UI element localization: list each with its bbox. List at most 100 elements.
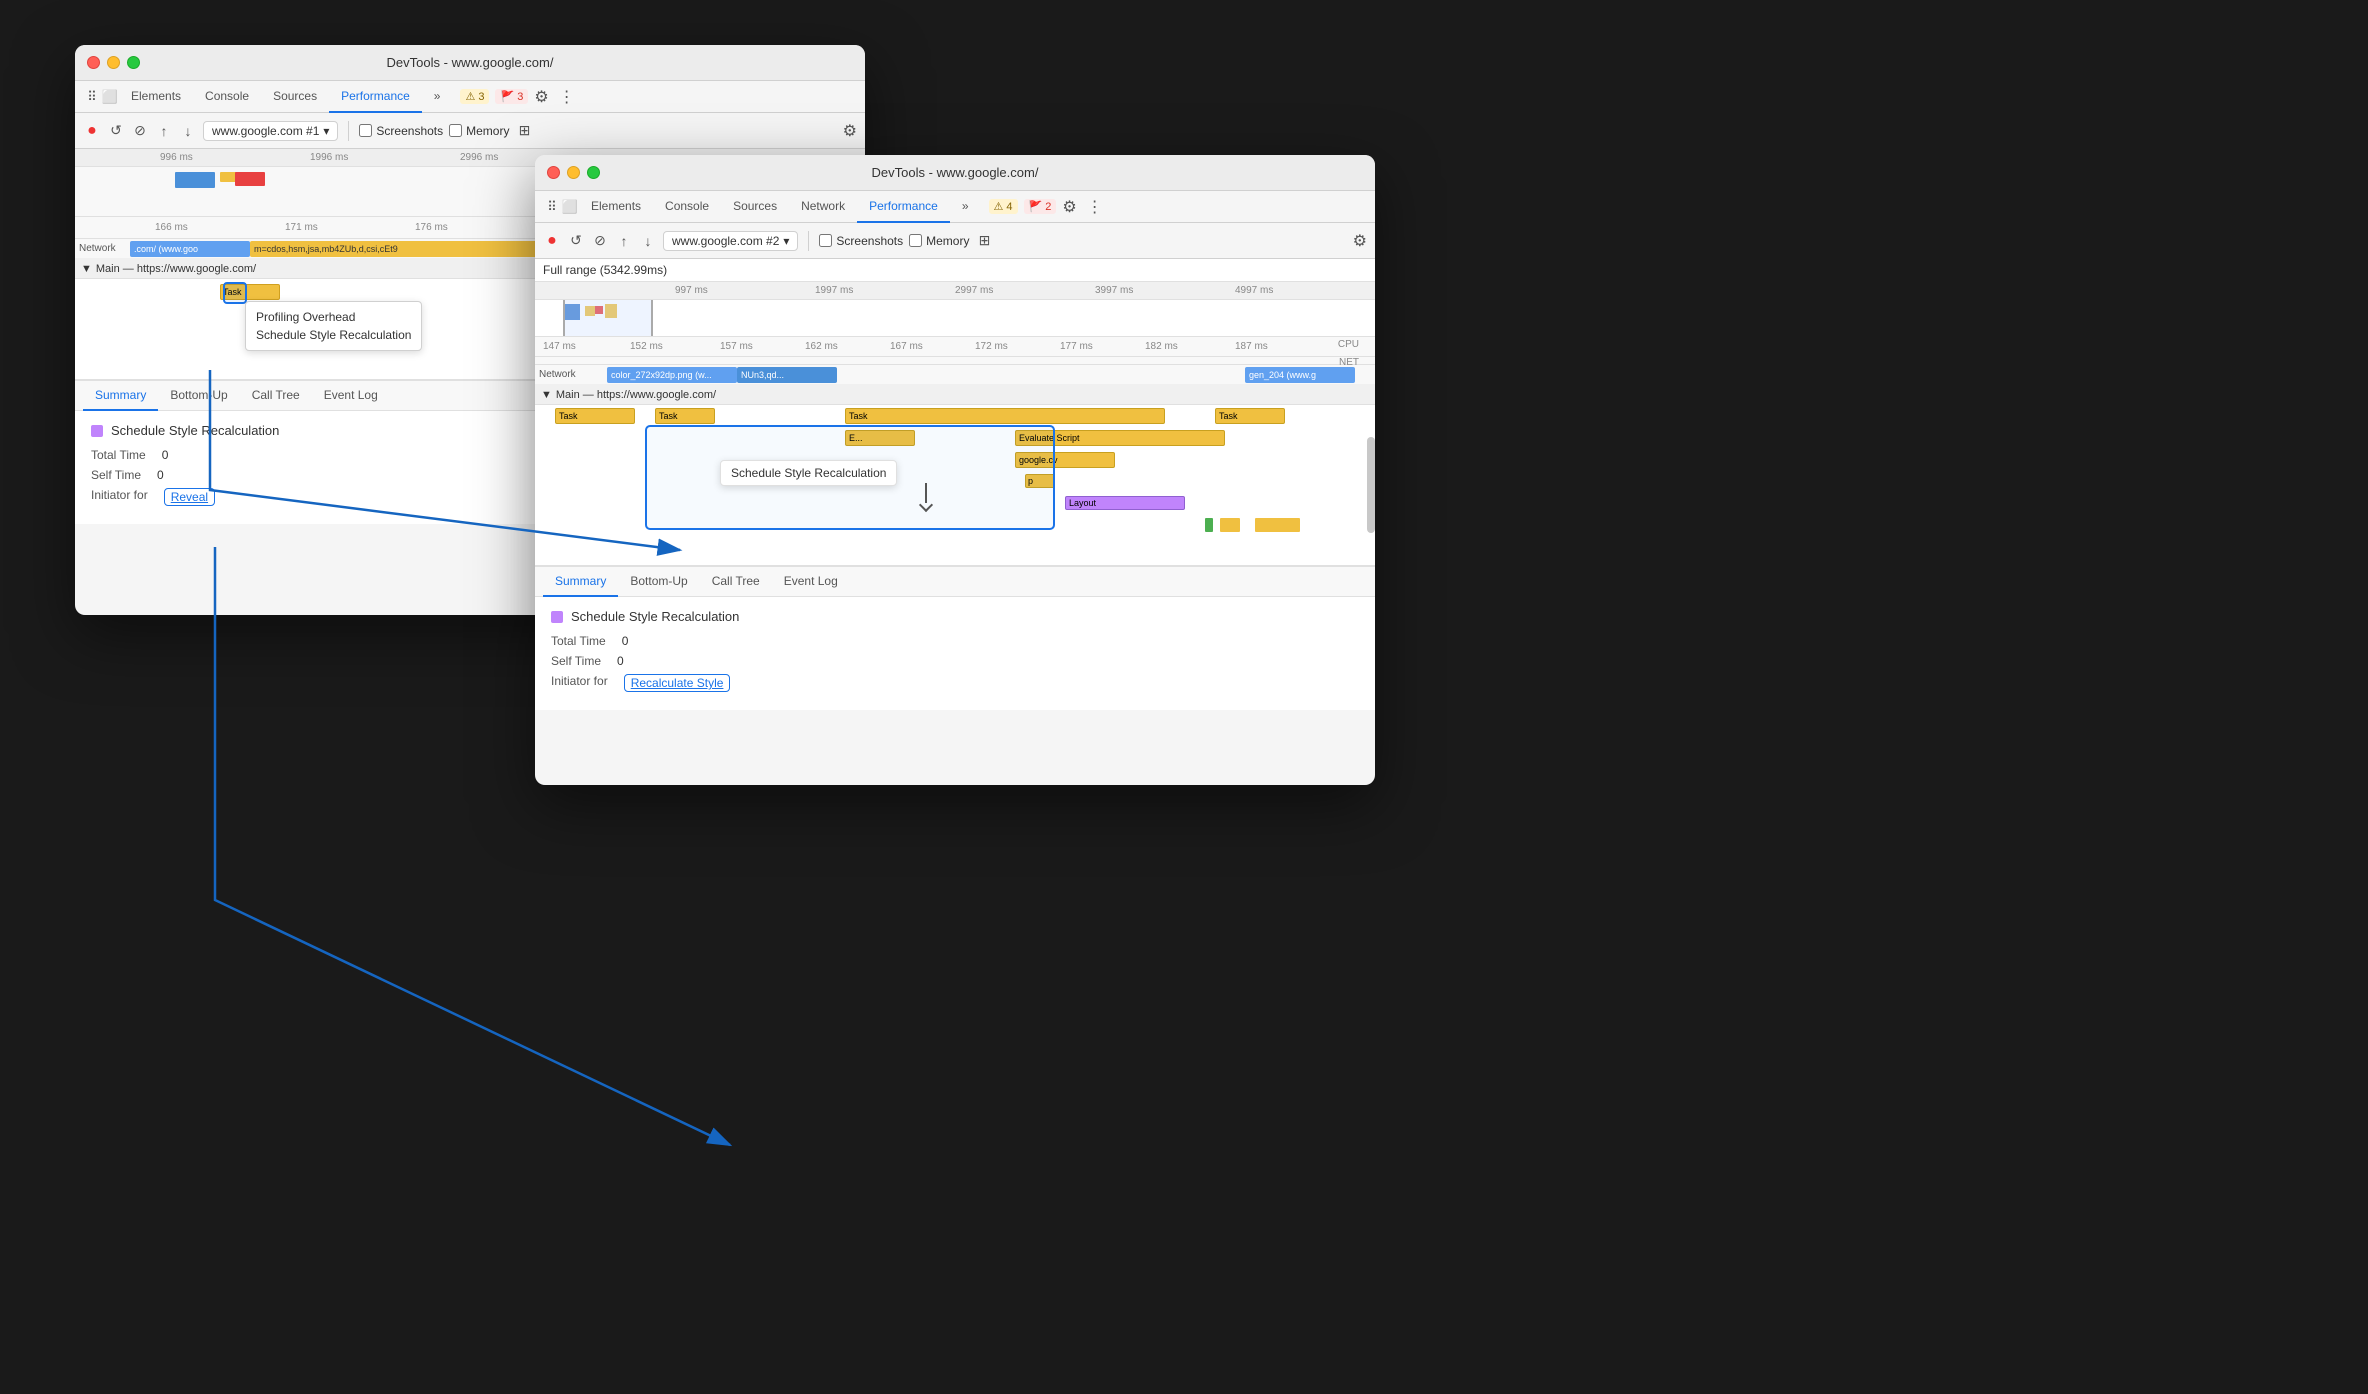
- minimap-ruler-fg: 997 ms 1997 ms 2997 ms 3997 ms 4997 ms: [535, 282, 1375, 300]
- more-button-fg[interactable]: ⋮: [1083, 197, 1107, 217]
- recalculate-style-link-fg[interactable]: Recalculate Style: [624, 674, 731, 692]
- task-area-fg: Task Task Task Task E... Evaluate Script: [535, 405, 1375, 565]
- panel-tab-call-tree-fg[interactable]: Call Tree: [700, 567, 772, 597]
- panel-tab-event-log-bg[interactable]: Event Log: [312, 381, 390, 411]
- perf-toolbar-fg: ● ↺ ⊘ ↑ ↓ www.google.com #2 ▾ Screenshot…: [535, 223, 1375, 259]
- screenshots-checkbox-fg[interactable]: Screenshots: [819, 234, 903, 248]
- minimize-button-bg[interactable]: [107, 56, 120, 69]
- memory-checkbox-fg[interactable]: Memory: [909, 234, 969, 248]
- inspect-icon-bg[interactable]: ⠿: [83, 88, 101, 106]
- panel-tab-summary-fg[interactable]: Summary: [543, 567, 618, 597]
- tab-performance-bg[interactable]: Performance: [329, 81, 422, 113]
- refresh-icon-bg[interactable]: ↺: [107, 122, 125, 140]
- traffic-lights-fg: [547, 166, 600, 179]
- event-color-dot-fg: [551, 611, 563, 623]
- tab-sources-fg[interactable]: Sources: [721, 191, 789, 223]
- ruler-mark-1996: 1996 ms: [310, 152, 348, 163]
- layout-fg[interactable]: Layout: [1065, 496, 1185, 510]
- upload-icon-fg[interactable]: ↑: [615, 232, 633, 250]
- clear-icon-fg[interactable]: ⊘: [591, 232, 609, 250]
- error-badge-bg: 🚩 3: [495, 89, 528, 104]
- minimap-bar-red-bg: [235, 172, 265, 186]
- record-icon-fg[interactable]: ●: [543, 232, 561, 250]
- collapse-icon-fg[interactable]: ▼: [541, 389, 552, 401]
- dr-172: 172 ms: [975, 341, 1008, 352]
- network-row-fg: Network color_272x92dp.png (w... NUn3,qd…: [535, 365, 1375, 385]
- network-label-bg: Network: [75, 243, 130, 254]
- tab-more-bg[interactable]: »: [422, 81, 453, 113]
- download-icon-fg[interactable]: ↓: [639, 232, 657, 250]
- capture-icon-bg[interactable]: ⊞: [515, 122, 533, 140]
- tab-elements-bg[interactable]: Elements: [119, 81, 193, 113]
- url-selector-bg[interactable]: www.google.com #1 ▾: [203, 121, 338, 141]
- separator-bg: [348, 121, 349, 141]
- scroll-thumb-fg[interactable]: [1367, 437, 1375, 533]
- panel-tab-event-log-fg[interactable]: Event Log: [772, 567, 850, 597]
- inspect-icon-fg[interactable]: ⠿: [543, 198, 561, 216]
- settings-icon-bg[interactable]: ⚙: [534, 87, 548, 107]
- yellow-block-fg: [1220, 518, 1240, 532]
- download-icon-bg[interactable]: ↓: [179, 122, 197, 140]
- tab-network-fg[interactable]: Network: [789, 191, 857, 223]
- devtools-tabs-bg: ⠿ ⬜ Elements Console Sources Performance…: [75, 81, 865, 113]
- screenshots-checkbox-bg[interactable]: Screenshots: [359, 124, 443, 138]
- perf-settings-bg[interactable]: ⚙: [843, 123, 857, 140]
- url-selector-fg[interactable]: www.google.com #2 ▾: [663, 231, 798, 251]
- net-bar-file2-fg: NUn3,qd...: [737, 367, 837, 383]
- tab-elements-fg[interactable]: Elements: [579, 191, 653, 223]
- task-4-fg[interactable]: Task: [1215, 408, 1285, 424]
- capture-icon-fg[interactable]: ⊞: [975, 232, 993, 250]
- panel-tab-call-tree-bg[interactable]: Call Tree: [240, 381, 312, 411]
- tab-console-fg[interactable]: Console: [653, 191, 721, 223]
- perf-toolbar-bg: ● ↺ ⊘ ↑ ↓ www.google.com #1 ▾ Screenshot…: [75, 113, 865, 149]
- maximize-button-bg[interactable]: [127, 56, 140, 69]
- perf-settings-fg[interactable]: ⚙: [1353, 233, 1367, 250]
- task-3-fg[interactable]: Task: [845, 408, 1165, 424]
- dr-147: 147 ms: [543, 341, 576, 352]
- panel-tab-summary-bg[interactable]: Summary: [83, 381, 158, 411]
- panel-tab-bottom-up-fg[interactable]: Bottom-Up: [618, 567, 699, 597]
- tab-sources-bg[interactable]: Sources: [261, 81, 329, 113]
- upload-icon-bg[interactable]: ↑: [155, 122, 173, 140]
- minimize-button-fg[interactable]: [567, 166, 580, 179]
- more-button-bg[interactable]: ⋮: [555, 87, 579, 107]
- refresh-icon-fg[interactable]: ↺: [567, 232, 585, 250]
- mm-997: 997 ms: [675, 285, 708, 296]
- error-badge-fg: 🚩 2: [1024, 199, 1057, 214]
- collapse-icon-bg[interactable]: ▼: [81, 263, 92, 275]
- reveal-link-bg[interactable]: Reveal: [164, 488, 215, 506]
- bottom-panel-fg: Summary Bottom-Up Call Tree Event Log Sc…: [535, 565, 1375, 710]
- cpu-label-fg: CPU: [1338, 339, 1359, 350]
- green-block-fg: [1205, 518, 1213, 532]
- total-time-row-fg: Total Time 0: [551, 634, 1359, 648]
- tab-more-fg[interactable]: »: [950, 191, 981, 223]
- tab-performance-fg[interactable]: Performance: [857, 191, 950, 223]
- devtools-window-foreground: DevTools - www.google.com/ ⠿ ⬜ Elements …: [535, 155, 1375, 785]
- settings-icon-fg[interactable]: ⚙: [1062, 197, 1076, 217]
- network-label-fg: Network: [535, 369, 605, 380]
- device-icon-fg[interactable]: ⬜: [561, 198, 579, 216]
- close-button-bg[interactable]: [87, 56, 100, 69]
- tooltip-item-1: Profiling Overhead: [256, 308, 411, 326]
- net-bar-file3-fg: gen_204 (www.g: [1245, 367, 1355, 383]
- device-icon-bg[interactable]: ⬜: [101, 88, 119, 106]
- devtools-tabs-fg: ⠿ ⬜ Elements Console Sources Network Per…: [535, 191, 1375, 223]
- tab-console-bg[interactable]: Console: [193, 81, 261, 113]
- memory-checkbox-bg[interactable]: Memory: [449, 124, 509, 138]
- minimap-fg: 997 ms 1997 ms 2997 ms 3997 ms 4997 ms: [535, 282, 1375, 337]
- panel-tab-bottom-up-bg[interactable]: Bottom-Up: [158, 381, 239, 411]
- mm-selection[interactable]: [563, 300, 653, 337]
- maximize-button-fg[interactable]: [587, 166, 600, 179]
- title-bar-bg: DevTools - www.google.com/: [75, 45, 865, 81]
- dr-167: 167 ms: [890, 341, 923, 352]
- clear-icon-bg[interactable]: ⊘: [131, 122, 149, 140]
- panel-tabs-fg: Summary Bottom-Up Call Tree Event Log: [535, 567, 1375, 597]
- task-1-fg[interactable]: Task: [555, 408, 635, 424]
- record-icon-bg[interactable]: ●: [83, 122, 101, 140]
- event-color-dot-bg: [91, 425, 103, 437]
- task-highlight-box-bg: [223, 282, 247, 304]
- network-bar-right-bg: m=cdos,hsm,jsa,mb4ZUb,d,csi,cEt9: [250, 241, 540, 257]
- tooltip-bg: Profiling Overhead Schedule Style Recalc…: [245, 301, 422, 351]
- close-button-fg[interactable]: [547, 166, 560, 179]
- task-2-fg[interactable]: Task: [655, 408, 715, 424]
